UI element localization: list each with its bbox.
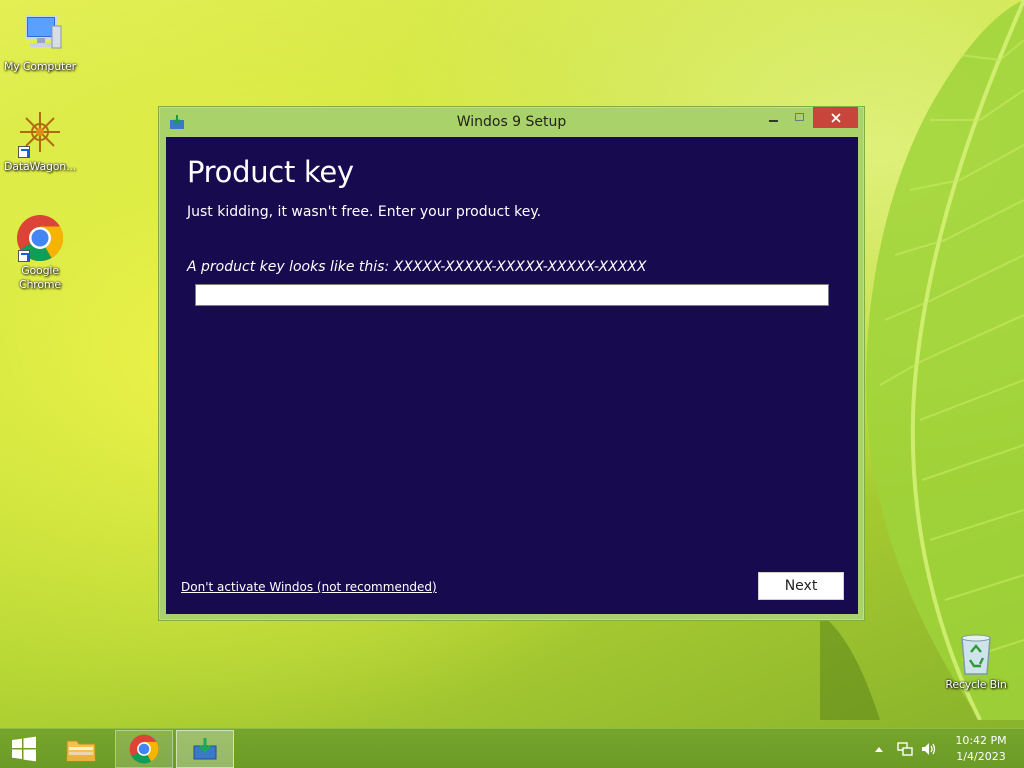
- taskbar-setup[interactable]: [176, 730, 234, 768]
- windows-logo-icon: [12, 736, 36, 762]
- clock-time: 10:42 PM: [955, 734, 1007, 747]
- close-icon: [830, 112, 841, 123]
- minimize-icon: [769, 119, 778, 122]
- next-button[interactable]: Next: [758, 572, 844, 600]
- maximize-button[interactable]: [787, 107, 813, 128]
- window-title: Windos 9 Setup: [456, 114, 567, 130]
- taskbar-chrome[interactable]: [115, 730, 173, 768]
- chevron-up-icon: [875, 747, 883, 752]
- desktop-icon-label: My Computer: [4, 60, 76, 73]
- volume-icon: [922, 743, 936, 755]
- desktop-icon-my-computer[interactable]: My Computer: [0, 10, 80, 74]
- desktop-icon-label: Google Chrome: [19, 264, 61, 291]
- window-titlebar[interactable]: Windos 9 Setup: [159, 107, 864, 137]
- taskbar-file-explorer[interactable]: [58, 730, 104, 768]
- minimize-button[interactable]: [761, 107, 787, 128]
- recycle-bin-icon: [956, 632, 996, 676]
- datawagon-icon: [16, 110, 64, 158]
- maximize-icon: [795, 112, 804, 121]
- network-button[interactable]: [897, 729, 915, 768]
- chrome-icon: [129, 734, 159, 764]
- start-button[interactable]: [0, 729, 48, 768]
- shortcut-arrow-icon: [18, 250, 30, 262]
- page-title: Product key: [187, 155, 354, 189]
- setup-icon: [193, 738, 217, 760]
- product-key-input[interactable]: [195, 284, 829, 306]
- close-button[interactable]: [813, 107, 858, 128]
- chrome-icon: [16, 214, 64, 262]
- desktop-icon-recycle-bin[interactable]: Recycle Bin: [936, 632, 1016, 692]
- show-hidden-icons-button[interactable]: [875, 729, 887, 768]
- clock-date: 1/4/2023: [956, 750, 1006, 763]
- page-subtitle: Just kidding, it wasn't free. Enter your…: [187, 204, 542, 220]
- desktop-icon-datawagon[interactable]: DataWagon...: [0, 110, 80, 174]
- desktop-icon-label: DataWagon...: [4, 160, 76, 173]
- setup-window: Windos 9 Setup Product key Just kidding,…: [158, 106, 865, 621]
- network-icon: [897, 742, 913, 756]
- taskbar-clock[interactable]: 10:42 PM 1/4/2023: [950, 733, 1012, 765]
- taskbar: 10:42 PM 1/4/2023: [0, 728, 1024, 768]
- product-key-hint: A product key looks like this: XXXXX-XXX…: [187, 259, 647, 275]
- setup-content: Product key Just kidding, it wasn't free…: [166, 137, 858, 614]
- desktop-icon-label: Recycle Bin: [945, 678, 1007, 691]
- dont-activate-link[interactable]: Don't activate Windos (not recommended): [181, 580, 437, 594]
- volume-button[interactable]: [921, 729, 939, 768]
- desktop-icon-google-chrome[interactable]: Google Chrome: [0, 214, 80, 292]
- computer-icon: [16, 10, 64, 58]
- file-explorer-icon: [66, 740, 96, 762]
- shortcut-arrow-icon: [18, 146, 30, 158]
